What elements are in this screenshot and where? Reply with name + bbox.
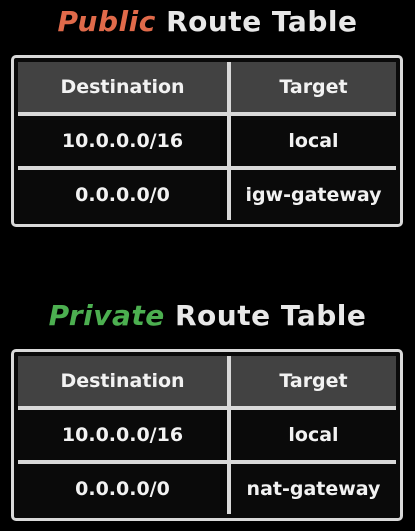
public-route-grid: Destination Target 10.0.0.0/16 local 0.0…	[18, 62, 396, 220]
private-row-1-target: local	[231, 410, 396, 460]
private-title-rest: Route Table	[174, 299, 367, 332]
public-title-rest: Route Table	[166, 5, 358, 38]
private-route-table-title: Private Route Table	[0, 294, 415, 338]
public-row-1-target: local	[231, 116, 396, 166]
public-route-table-section: Public Route Table Destination Target 10…	[0, 0, 415, 227]
private-row-1-destination: 10.0.0.0/16	[18, 410, 227, 460]
private-route-table: Destination Target 10.0.0.0/16 local 0.0…	[11, 349, 403, 521]
private-row-2-destination: 0.0.0.0/0	[18, 464, 227, 514]
private-row-2-target: nat-gateway	[231, 464, 396, 514]
public-row-2-destination: 0.0.0.0/0	[18, 170, 227, 220]
public-header-destination: Destination	[18, 62, 227, 112]
private-route-table-section: Private Route Table Destination Target 1…	[0, 294, 415, 521]
public-route-table-title: Public Route Table	[0, 0, 415, 44]
public-row-2-target: igw-gateway	[231, 170, 396, 220]
private-title-kind: Private	[48, 299, 165, 332]
public-title-kind: Public	[57, 5, 156, 38]
private-route-grid: Destination Target 10.0.0.0/16 local 0.0…	[18, 356, 396, 514]
public-route-table: Destination Target 10.0.0.0/16 local 0.0…	[11, 55, 403, 227]
private-header-target: Target	[231, 356, 396, 406]
public-header-target: Target	[231, 62, 396, 112]
public-row-1-destination: 10.0.0.0/16	[18, 116, 227, 166]
private-header-destination: Destination	[18, 356, 227, 406]
